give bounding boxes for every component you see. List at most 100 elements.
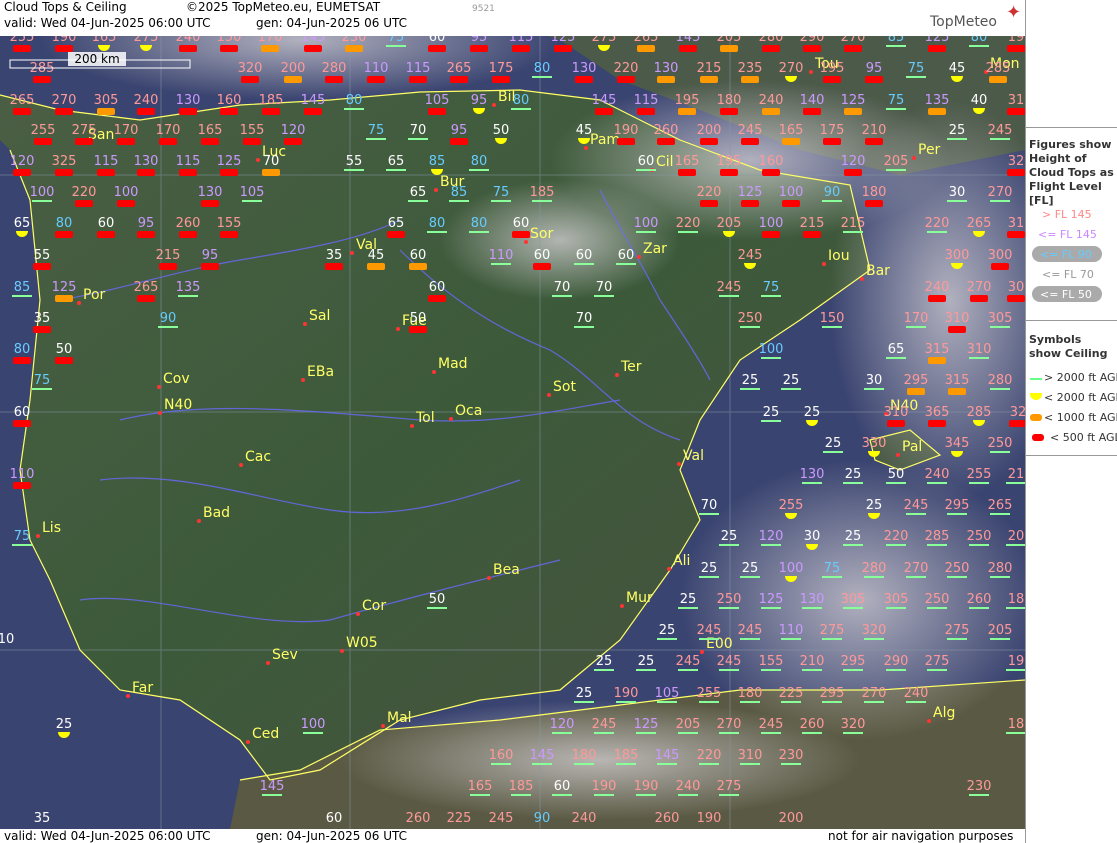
station-marker[interactable]: 160: [759, 154, 784, 176]
station-marker[interactable]: 125: [759, 592, 784, 609]
station-marker[interactable]: 245: [759, 717, 784, 734]
station-marker[interactable]: 190: [697, 811, 722, 826]
station-marker[interactable]: 105: [655, 686, 680, 703]
station-marker[interactable]: 45: [367, 248, 385, 270]
station-marker[interactable]: 245: [697, 623, 722, 640]
station-marker[interactable]: 95: [201, 248, 219, 270]
station-marker[interactable]: 85: [12, 280, 32, 297]
station-marker[interactable]: 145: [260, 779, 285, 796]
station-marker[interactable]: 225: [447, 811, 472, 826]
station-marker[interactable]: 95: [137, 216, 155, 238]
station-marker[interactable]: 165: [779, 123, 804, 145]
station-marker[interactable]: 265: [447, 61, 472, 83]
station-marker[interactable]: 65: [408, 185, 428, 202]
station-marker[interactable]: 180: [738, 686, 763, 703]
station-marker[interactable]: 80: [511, 93, 531, 110]
station-marker[interactable]: 75: [366, 123, 386, 140]
station-marker[interactable]: 100: [759, 216, 784, 238]
station-marker[interactable]: 205: [884, 154, 909, 171]
station-marker[interactable]: 115: [634, 93, 659, 115]
station-marker[interactable]: 285: [30, 61, 55, 83]
station-marker[interactable]: 220: [697, 748, 722, 765]
station-marker[interactable]: 25: [843, 529, 863, 546]
station-marker[interactable]: 220: [72, 185, 97, 207]
station-marker[interactable]: 25: [740, 561, 760, 578]
station-marker[interactable]: 25: [823, 436, 843, 453]
station-marker[interactable]: 110: [10, 467, 35, 489]
station-marker[interactable]: 245: [676, 654, 701, 671]
station-marker[interactable]: 25: [843, 467, 863, 484]
station-marker[interactable]: 190: [634, 779, 659, 796]
station-marker[interactable]: 10: [0, 632, 14, 647]
station-marker[interactable]: 245: [738, 623, 763, 640]
station-marker[interactable]: 195: [820, 61, 845, 83]
station-marker[interactable]: 305: [988, 311, 1013, 328]
station-marker[interactable]: 320: [841, 717, 866, 734]
station-marker[interactable]: 365: [925, 405, 950, 427]
station-marker[interactable]: 125: [634, 717, 659, 734]
station-marker[interactable]: 220: [925, 216, 950, 233]
station-marker[interactable]: 210: [800, 654, 825, 671]
station-marker[interactable]: 80: [55, 216, 73, 238]
station-marker[interactable]: 25: [678, 592, 698, 609]
station-marker[interactable]: 60: [533, 248, 551, 270]
station-marker[interactable]: 270: [967, 280, 992, 302]
station-marker[interactable]: 70: [574, 311, 594, 328]
station-marker[interactable]: 260: [406, 811, 431, 826]
station-marker[interactable]: 100: [634, 216, 659, 233]
station-marker[interactable]: 285: [925, 529, 950, 546]
station-marker[interactable]: 80: [344, 93, 364, 110]
station-marker[interactable]: 260: [654, 123, 679, 145]
station-marker[interactable]: 115: [94, 154, 119, 176]
station-marker[interactable]: 190: [614, 686, 639, 703]
station-marker[interactable]: 75: [906, 61, 926, 78]
station-marker[interactable]: 305: [884, 592, 909, 609]
station-marker[interactable]: 270: [862, 686, 887, 703]
station-marker[interactable]: 25: [761, 405, 781, 422]
station-marker[interactable]: 32: [1007, 154, 1025, 176]
station-marker[interactable]: 31: [1007, 93, 1025, 115]
station-marker[interactable]: 160: [489, 748, 514, 765]
station-marker[interactable]: 310: [884, 405, 909, 427]
station-marker[interactable]: 50: [427, 592, 447, 609]
station-marker[interactable]: 105: [240, 185, 265, 202]
station-marker[interactable]: 110: [779, 623, 804, 640]
station-marker[interactable]: 260: [176, 216, 201, 238]
station-marker[interactable]: 265: [134, 280, 159, 302]
station-marker[interactable]: 75: [822, 561, 842, 578]
station-marker[interactable]: 310: [945, 311, 970, 333]
station-marker[interactable]: 225: [779, 686, 804, 703]
station-marker[interactable]: 215: [800, 216, 825, 238]
station-marker[interactable]: 185: [259, 93, 284, 115]
station-marker[interactable]: 55: [33, 248, 51, 270]
station-marker[interactable]: 21: [1006, 467, 1025, 484]
station-marker[interactable]: 100: [30, 185, 55, 202]
station-marker[interactable]: 100: [301, 717, 326, 734]
station-marker[interactable]: 25: [699, 561, 719, 578]
station-marker[interactable]: 275: [925, 654, 950, 671]
station-marker[interactable]: 90: [534, 811, 551, 826]
station-marker[interactable]: 245: [717, 280, 742, 297]
station-marker[interactable]: 80: [13, 342, 31, 364]
station-marker[interactable]: 85: [449, 185, 469, 202]
station-marker[interactable]: 25: [657, 623, 677, 640]
map-area[interactable]: Bil Tou Mon San Pam Luc Cil Per Bur Sor Val Zar Iou B…: [0, 0, 1025, 829]
station-marker[interactable]: 205: [988, 623, 1013, 640]
station-marker[interactable]: 310: [738, 748, 763, 765]
station-marker[interactable]: 240: [134, 93, 159, 115]
station-marker[interactable]: 245: [904, 498, 929, 515]
station-marker[interactable]: 145: [655, 748, 680, 765]
station-marker[interactable]: 75: [12, 529, 32, 546]
station-marker[interactable]: 80: [469, 154, 489, 171]
station-marker[interactable]: 100: [114, 185, 139, 207]
station-marker[interactable]: 130: [800, 592, 825, 609]
station-marker[interactable]: 150: [820, 311, 845, 328]
station-marker[interactable]: 240: [572, 811, 597, 826]
station-marker[interactable]: 245: [592, 717, 617, 734]
station-marker[interactable]: 185: [614, 748, 639, 765]
station-marker[interactable]: 65: [386, 154, 406, 171]
station-marker[interactable]: 105: [425, 93, 450, 115]
station-marker[interactable]: 130: [176, 93, 201, 115]
station-marker[interactable]: 295: [945, 498, 970, 515]
station-marker[interactable]: 215: [697, 61, 722, 83]
